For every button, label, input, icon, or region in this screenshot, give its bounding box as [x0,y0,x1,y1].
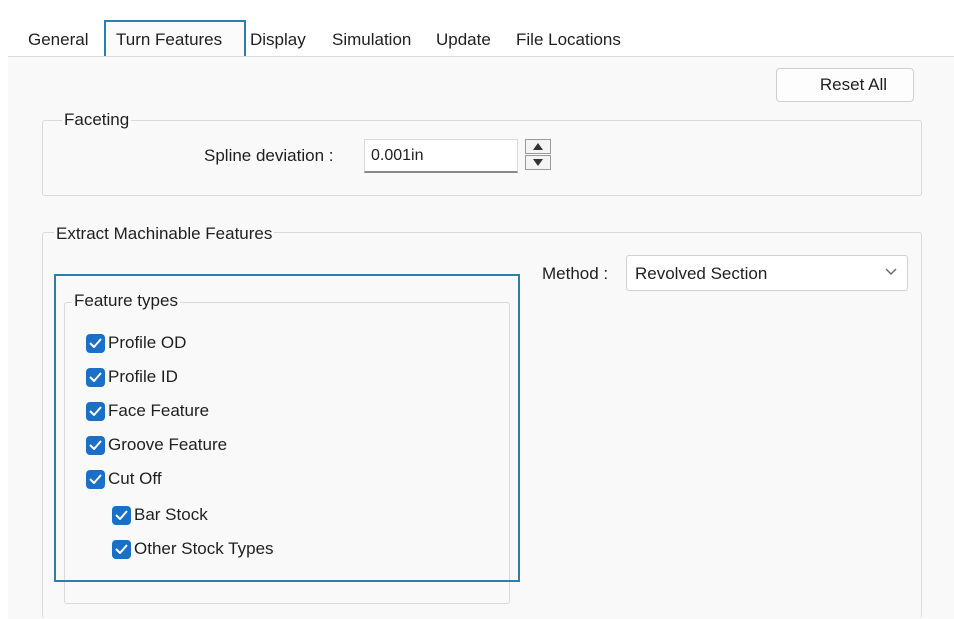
reset-all-button[interactable]: Reset All [776,68,914,102]
chevron-down-icon [885,268,897,275]
feature-types-highlight [54,274,520,582]
method-select-value: Revolved Section [635,264,768,283]
tab-turn-features-label: Turn Features [116,30,223,49]
arrow-up-icon [533,143,543,150]
method-select[interactable]: Revolved Section [626,255,908,291]
tab-file-locations[interactable]: File Locations [516,30,621,50]
spin-down-button[interactable] [525,155,551,170]
arrow-down-icon [533,159,543,166]
faceting-group-title: Faceting [62,110,132,130]
spin-up-button[interactable] [525,139,551,154]
tab-update[interactable]: Update [436,30,491,50]
spline-deviation-label: Spline deviation : [204,146,334,165]
tab-display[interactable]: Display [250,30,306,50]
method-label: Method : [542,264,609,283]
spline-deviation-spinner[interactable] [525,139,553,171]
tab-simulation[interactable]: Simulation [332,30,411,50]
extract-features-group-title: Extract Machinable Features [54,224,275,244]
tab-general[interactable]: General [28,30,88,50]
spline-deviation-input[interactable]: 0.001in [364,139,518,173]
